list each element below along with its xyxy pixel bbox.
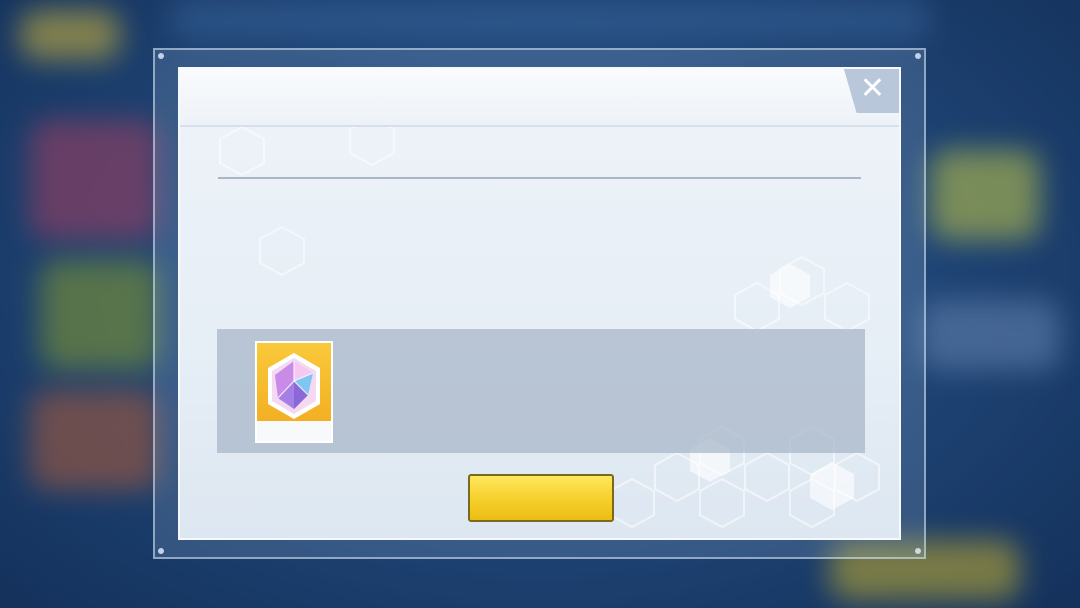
claim-button[interactable]: [468, 474, 614, 522]
close-icon: ✕: [859, 71, 885, 106]
hex-background-pattern: [219, 115, 880, 529]
frame-corner-dot: [158, 53, 164, 59]
frame-corner-dot: [915, 548, 921, 554]
crystal-gem-icon: [268, 353, 320, 419]
reward-item-crystal[interactable]: [255, 341, 333, 443]
close-button[interactable]: ✕: [843, 69, 899, 113]
frame-corner-dot: [158, 548, 164, 554]
mail-dialog: ✕: [178, 67, 901, 540]
frame-corner-dot: [915, 53, 921, 59]
reward-panel: [217, 329, 865, 453]
dialog-title-bar: ✕: [180, 69, 899, 127]
sender-row: [218, 147, 861, 179]
reward-count: [257, 421, 331, 441]
game-screen: ✕: [0, 0, 1080, 608]
sender-info: [218, 149, 222, 171]
